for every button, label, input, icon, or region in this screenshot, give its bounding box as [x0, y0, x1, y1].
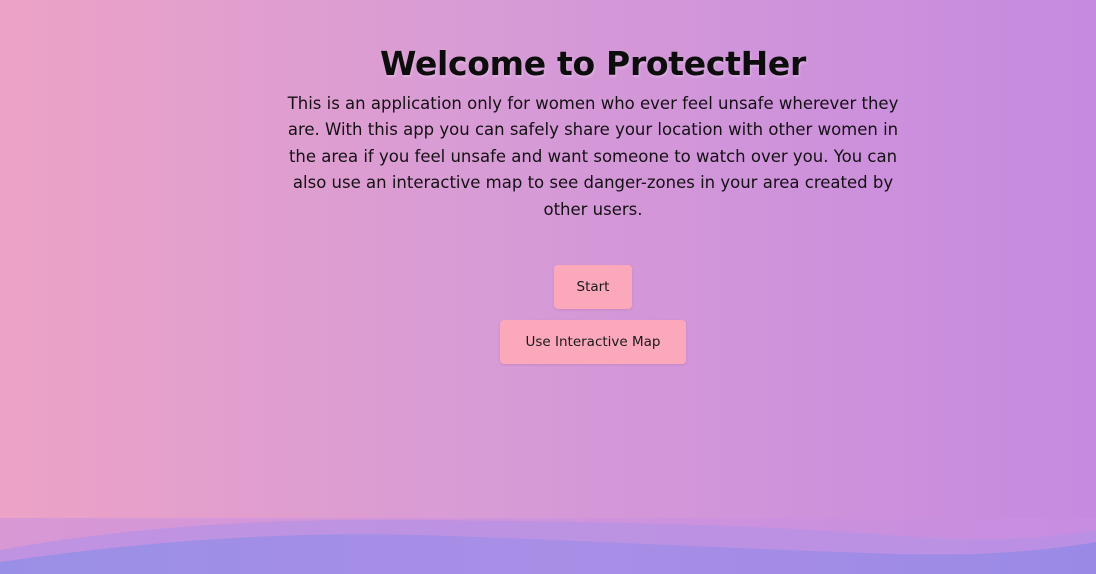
decorative-wave — [0, 518, 1096, 574]
start-button[interactable]: Start — [554, 265, 632, 309]
app-description: This is an application only for women wh… — [287, 94, 899, 219]
page-title: Welcome to ProtectHer — [380, 44, 806, 83]
interactive-map-button[interactable]: Use Interactive Map — [500, 320, 686, 364]
